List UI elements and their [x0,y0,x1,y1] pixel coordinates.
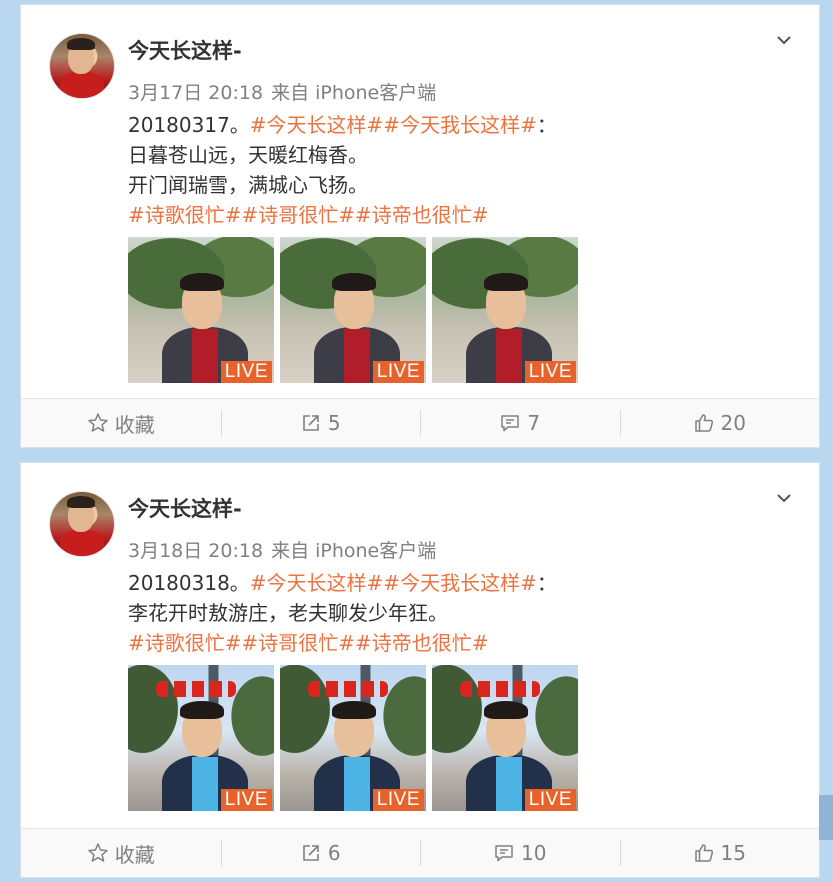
post-text: 20180318。#今天长这样##今天我长这样#： 李花开时敖游庄，老夫聊发少年… [128,568,788,658]
post-date[interactable]: 3月18日 20:18 [128,540,263,562]
photo-grid: LIVE LIVE LIVE [128,665,578,811]
hashtag-link[interactable]: #今天长这样##今天我长这样# [250,571,537,595]
live-badge: LIVE [372,789,424,811]
avatar[interactable] [49,33,115,99]
live-badge: LIVE [524,361,576,383]
post-card: 今天长这样- 3月18日 20:18 来自 iPhone客户端 20180318。… [20,462,820,878]
hashtag-link[interactable]: #今天长这样##今天我长这样# [250,113,537,137]
star-icon [87,842,109,864]
repost-count: 5 [327,411,341,435]
photo-thumbnail[interactable]: LIVE [128,237,274,383]
text-line: 日暮苍山远，天暖红梅香。 [128,140,788,170]
post-source: 来自 iPhone客户端 [271,540,437,562]
text-run: 日暮苍山远，天暖红梅香。 [128,143,368,167]
hashtag-link[interactable]: #诗歌很忙##诗哥很忙##诗帝也很忙# [128,203,489,227]
photo-thumbnail[interactable]: LIVE [280,237,426,383]
like-button[interactable]: 15 [619,829,820,877]
text-line: #诗歌很忙##诗哥很忙##诗帝也很忙# [128,200,788,230]
text-run: 20180317。 [128,113,250,137]
comment-icon [499,412,521,434]
post-meta: 3月17日 20:18 来自 iPhone客户端 [128,78,436,105]
text-run: 20180318。 [128,571,250,595]
live-badge: LIVE [372,361,424,383]
text-run: 开门闻瑞雪，满城心飞扬。 [128,173,368,197]
photo-thumbnail[interactable]: LIVE [128,665,274,811]
comment-button[interactable]: 7 [420,399,620,447]
post-meta: 3月18日 20:18 来自 iPhone客户端 [128,536,436,563]
post-text: 20180317。#今天长这样##今天我长这样#： 日暮苍山远，天暖红梅香。 开… [128,110,788,230]
live-badge: LIVE [220,789,272,811]
action-bar: 收藏 6 10 15 [21,828,819,877]
chevron-down-icon[interactable] [775,31,793,49]
thumbs-up-icon [693,412,715,434]
favorite-label: 收藏 [114,412,155,437]
comment-count: 10 [521,841,547,865]
favorite-label: 收藏 [114,842,155,867]
photo-thumbnail[interactable]: LIVE [280,665,426,811]
chevron-down-icon[interactable] [775,489,793,507]
post-date[interactable]: 3月17日 20:18 [128,82,263,104]
text-line: 开门闻瑞雪，满城心飞扬。 [128,170,788,200]
like-button[interactable]: 20 [619,399,820,447]
favorite-button[interactable]: 收藏 [21,399,221,447]
text-line: 20180318。#今天长这样##今天我长这样#： [128,568,788,598]
photo-grid: LIVE LIVE LIVE [128,237,578,383]
comment-icon [493,842,515,864]
avatar[interactable] [49,491,115,557]
like-count: 15 [720,841,746,865]
photo-thumbnail[interactable]: LIVE [432,665,578,811]
comment-count: 7 [527,411,541,435]
post-username[interactable]: 今天长这样- [128,35,242,65]
text-line: 李花开时敖游庄，老夫聊发少年狂。 [128,598,788,628]
live-badge: LIVE [220,361,272,383]
share-icon [300,412,322,434]
share-icon [300,842,322,864]
text-line: #诗歌很忙##诗哥很忙##诗帝也很忙# [128,628,788,658]
hashtag-link[interactable]: #诗歌很忙##诗哥很忙##诗帝也很忙# [128,631,489,655]
text-line: 20180317。#今天长这样##今天我长这样#： [128,110,788,140]
live-badge: LIVE [524,789,576,811]
repost-count: 6 [327,841,341,865]
action-bar: 收藏 5 7 20 [21,398,819,447]
post-source: 来自 iPhone客户端 [271,82,437,104]
like-count: 20 [720,411,746,435]
text-run: ： [536,571,557,595]
repost-button[interactable]: 5 [220,399,421,447]
thumbs-up-icon [693,842,715,864]
repost-button[interactable]: 6 [220,829,421,877]
post-card: 今天长这样- 3月17日 20:18 来自 iPhone客户端 20180317。… [20,4,820,448]
text-run: ： [536,113,557,137]
scrollbar[interactable] [819,795,833,840]
star-icon [87,412,109,434]
photo-thumbnail[interactable]: LIVE [432,237,578,383]
post-username[interactable]: 今天长这样- [128,493,242,523]
text-run: 李花开时敖游庄，老夫聊发少年狂。 [128,601,448,625]
comment-button[interactable]: 10 [420,829,620,877]
favorite-button[interactable]: 收藏 [21,829,221,877]
